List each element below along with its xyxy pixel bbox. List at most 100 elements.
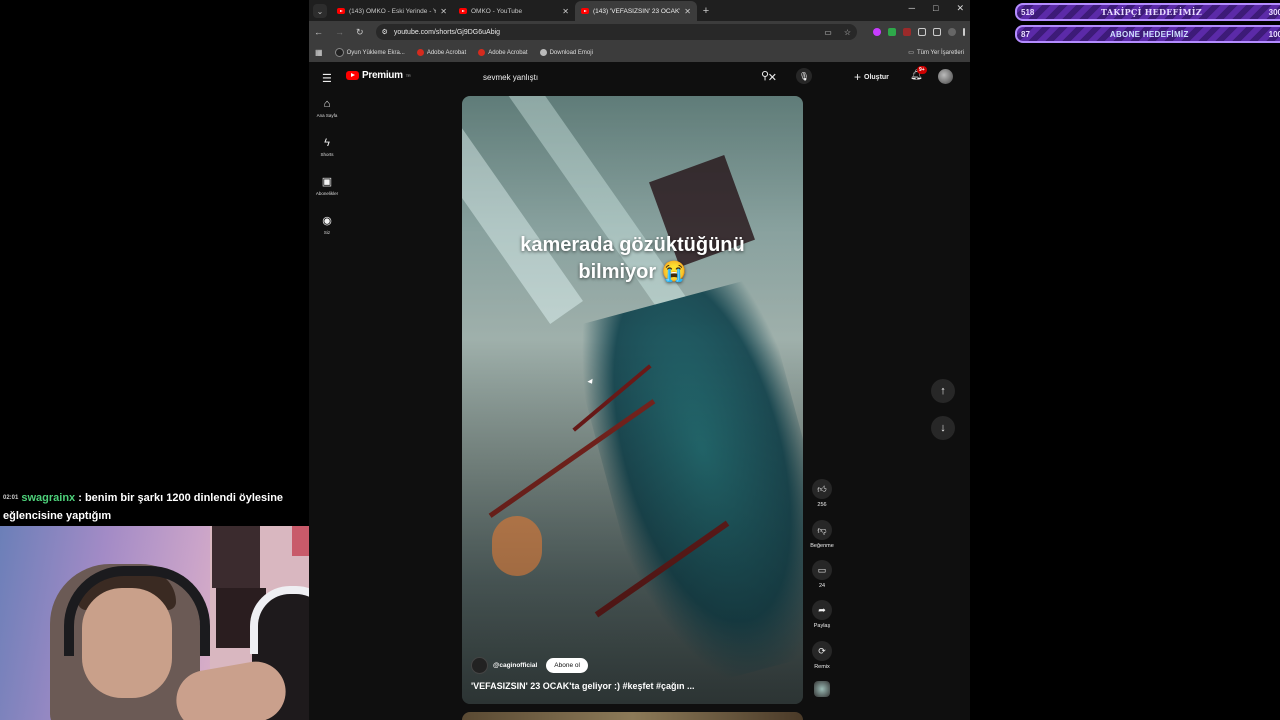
- bookmark-item[interactable]: Adobe Acrobat: [478, 49, 528, 56]
- nav-item-shorts[interactable]: ϟ Shorts: [309, 137, 345, 176]
- reload-icon[interactable]: ↻: [356, 27, 364, 38]
- share-icon[interactable]: ➦: [812, 600, 832, 620]
- share-action[interactable]: ➦ Paylaş: [809, 600, 835, 629]
- channel-avatar[interactable]: [471, 657, 488, 674]
- you-icon: ◉: [322, 215, 332, 227]
- caption-line: bilmiyor 😭: [578, 261, 687, 283]
- new-tab-button[interactable]: +: [697, 1, 715, 21]
- profile-icon[interactable]: [948, 28, 956, 36]
- tab-title: (143) ÖMKO - Eski Yerinde - Yo: [349, 7, 437, 15]
- forward-icon[interactable]: →: [335, 27, 344, 37]
- back-icon[interactable]: ←: [314, 27, 323, 37]
- remix-action[interactable]: ⟳ Remix: [809, 641, 835, 670]
- extension-icon[interactable]: [888, 28, 896, 36]
- chat-message: 02:01 swagrainx : benim bir şarkı 1200 di…: [3, 489, 303, 525]
- youtube-favicon-icon: [337, 8, 345, 14]
- close-tab-icon[interactable]: ✕: [684, 7, 691, 16]
- close-tab-icon[interactable]: ✕: [440, 7, 447, 16]
- bookmark-item[interactable]: Adobe Acrobat: [416, 49, 467, 56]
- extensions-area: [873, 28, 965, 36]
- extension-icon[interactable]: [903, 28, 911, 36]
- microphone-icon[interactable]: 🎙︎: [796, 68, 812, 84]
- dislike-action[interactable]: 👎︎ Beğenme: [809, 520, 835, 549]
- search-input[interactable]: sevmek yanlıştı ✕: [475, 66, 785, 88]
- previous-short-button[interactable]: ↑: [931, 379, 955, 403]
- arrow-up-icon: ↑: [940, 385, 946, 397]
- next-short-preview[interactable]: [462, 712, 803, 720]
- youtube-premium-logo[interactable]: Premium TR: [346, 70, 411, 81]
- follower-goal-title: TAKİPÇİ HEDEFİMİZ: [1101, 7, 1202, 17]
- tab-strip: ⌄ (143) ÖMKO - Eski Yerinde - Yo ✕ ÖMKO …: [309, 0, 970, 21]
- site-info-icon[interactable]: ⚙: [382, 28, 388, 36]
- tab-search-icon[interactable]: ⌄: [313, 4, 327, 18]
- window-controls: ─ □ ✕: [909, 3, 964, 14]
- folder-icon: ▭: [908, 50, 914, 56]
- plus-icon: +: [854, 70, 862, 84]
- menu-hamburger-icon[interactable]: ☰: [322, 72, 332, 85]
- subscriber-goal-bar: 87 ABONE HEDEFİMİZ 100: [1015, 25, 1280, 43]
- extensions-puzzle-icon[interactable]: [918, 28, 926, 36]
- bookmark-label: Adobe Acrobat: [488, 49, 528, 56]
- clear-search-icon[interactable]: ✕: [768, 71, 777, 84]
- cast-icon[interactable]: ▭: [824, 28, 832, 37]
- close-window-icon[interactable]: ✕: [956, 3, 964, 14]
- follower-goal-target: 300: [1268, 7, 1280, 17]
- shorts-video-player[interactable]: kamerada gözüktüğünü bilmiyor 😭 @caginof…: [462, 96, 803, 704]
- tab-1[interactable]: (143) ÖMKO - Eski Yerinde - Yo ✕: [331, 1, 453, 21]
- subscriber-goal-current: 87: [1021, 29, 1030, 39]
- arrow-down-icon: ↓: [940, 422, 946, 434]
- tab-2[interactable]: ÖMKO - YouTube ✕: [453, 1, 575, 21]
- close-tab-icon[interactable]: ✕: [562, 7, 569, 16]
- remix-icon[interactable]: ⟳: [812, 641, 832, 661]
- subscriber-goal-target: 100: [1268, 29, 1280, 39]
- all-bookmarks-label: Tüm Yer İşaretleri: [916, 49, 964, 56]
- bookmark-label: Oyun Yükleme Ekra...: [346, 49, 405, 56]
- bookmark-label: Adobe Acrobat: [426, 49, 467, 56]
- bookmark-label: Download Emoji: [549, 49, 593, 56]
- tab-title: ÖMKO - YouTube: [471, 7, 523, 15]
- bookmark-item[interactable]: Download Emoji: [539, 49, 593, 56]
- all-bookmarks[interactable]: ▭ Tüm Yer İşaretleri: [908, 49, 964, 57]
- nav-item-subscriptions[interactable]: ▣ Abonelikler: [309, 176, 345, 215]
- tab-title: (143) 'VEFASIZSIN' 23 OCAK'ta: [593, 7, 681, 15]
- comment-count: 24: [818, 583, 826, 589]
- search-icon[interactable]: ⚲: [761, 69, 769, 82]
- channel-row: @caginofficial Abone ol: [471, 657, 588, 674]
- bookmark-item[interactable]: Oyun Yükleme Ekra...: [334, 48, 405, 57]
- comment-icon[interactable]: ▭: [812, 560, 832, 580]
- share-label: Paylaş: [813, 623, 831, 629]
- nav-item-home[interactable]: ⌂ Ana Sayfa: [309, 98, 345, 137]
- video-title[interactable]: 'VEFASIZSIN' 23 OCAK'ta geliyor :) #keşf…: [471, 681, 694, 691]
- nav-item-you[interactable]: ◉ Siz: [309, 215, 345, 254]
- like-action[interactable]: 👍︎ 256: [809, 479, 835, 508]
- nav-label: Ana Sayfa: [316, 113, 338, 118]
- youtube-header: ☰ Premium TR sevmek yanlıştı ✕ ⚲ 🎙︎ + Ol…: [309, 62, 970, 92]
- next-short-button[interactable]: ↓: [931, 416, 955, 440]
- chat-timestamp: 02:01: [3, 495, 19, 502]
- menu-kebab-icon[interactable]: [963, 28, 965, 36]
- notifications-bell-icon[interactable]: 🔔︎ 9+: [910, 66, 927, 81]
- subscriber-goal-title: ABONE HEDEFİMİZ: [1109, 29, 1189, 39]
- apps-grid-icon[interactable]: ▦: [315, 48, 323, 57]
- logo-text: Premium: [362, 70, 403, 81]
- subscribe-button[interactable]: Abone ol: [546, 658, 588, 673]
- media-icon[interactable]: [933, 28, 941, 36]
- dislike-label: Beğenme: [810, 543, 834, 549]
- create-button[interactable]: + Oluştur: [854, 70, 889, 84]
- account-avatar[interactable]: [938, 69, 953, 84]
- caption-line: kamerada gözüktüğünü: [520, 234, 745, 256]
- comments-action[interactable]: ▭ 24: [809, 560, 835, 589]
- channel-name[interactable]: @caginofficial: [493, 662, 537, 669]
- sound-thumbnail[interactable]: [814, 681, 830, 697]
- minimize-icon[interactable]: ─: [909, 3, 915, 14]
- dislike-icon[interactable]: 👎︎: [812, 520, 832, 540]
- address-bar[interactable]: ⚙ youtube.com/shorts/Gj9DG6uAbig ▭ ☆: [375, 24, 857, 40]
- extension-icon[interactable]: [873, 28, 881, 36]
- maximize-icon[interactable]: □: [933, 3, 938, 14]
- tab-3-active[interactable]: (143) 'VEFASIZSIN' 23 OCAK'ta ✕: [575, 1, 697, 21]
- bookmark-star-icon[interactable]: ☆: [844, 28, 851, 37]
- remix-label: Remix: [814, 664, 830, 670]
- video-caption: kamerada gözüktüğünü bilmiyor 😭: [462, 232, 803, 286]
- youtube-favicon-icon: [581, 8, 589, 14]
- like-icon[interactable]: 👍︎: [812, 479, 832, 499]
